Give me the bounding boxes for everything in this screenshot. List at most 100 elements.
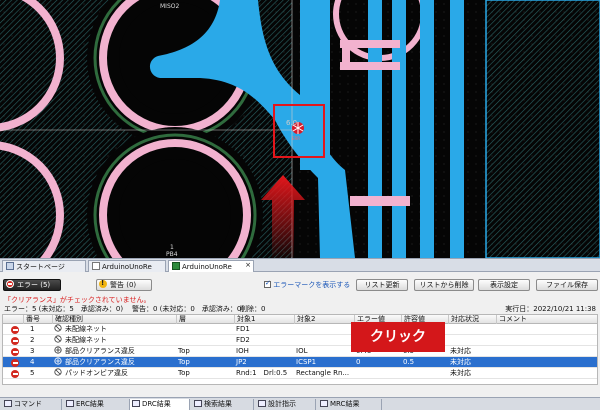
no-entry-icon — [54, 324, 62, 332]
tab-design-instructions[interactable]: 設計指示 — [256, 399, 316, 410]
cell-layer: Top — [178, 358, 190, 366]
drc-icon — [132, 400, 140, 407]
cell-number: 3 — [30, 347, 35, 355]
error-summary: エラー：5 (未対応：5 承認済み：0) — [4, 305, 124, 313]
cell-status — [448, 324, 496, 335]
checkmark-icon: ✓ — [265, 279, 271, 287]
show-markers-checkbox[interactable]: ✓ — [264, 279, 271, 288]
cell-target-2 — [294, 324, 354, 335]
pin-number-label: 1 — [170, 244, 174, 251]
show-markers-option[interactable]: ✓ エラーマークを表示する — [264, 279, 351, 290]
search-icon — [194, 400, 202, 407]
cell-check-type: 部品クリアランス違反 — [52, 346, 176, 357]
error-icon — [11, 348, 19, 356]
warning-filter-label: 警告 (0) — [110, 281, 137, 289]
cell-target-1: JP2 — [236, 358, 247, 366]
column-header-check-type[interactable]: 確認種別 — [52, 315, 176, 324]
warning-icon — [99, 278, 107, 288]
table-row-selected[interactable]: 4 部品クリアランス違反 Top JP2 ICSP1 0 0.5 未対応 — [3, 357, 597, 368]
error-icon — [11, 370, 19, 378]
cell-layer — [176, 335, 234, 346]
column-header-status[interactable]: 対応状況 — [448, 315, 496, 324]
tab-mrc-results-label: MRC結果 — [330, 400, 360, 408]
pcb-canvas[interactable]: MISO2 1 PB4 6.0 ERR — [0, 0, 600, 258]
cell-status: 未対応 — [450, 347, 471, 355]
display-settings-button[interactable]: 表示設定 — [478, 279, 530, 291]
tab-erc-results[interactable]: ERC結果 — [64, 399, 130, 410]
cell-layer: Top — [178, 369, 190, 377]
warning-summary: 警告：0 (未対応：0 承認済み：0) — [132, 305, 245, 313]
cell-number: 4 — [30, 358, 35, 366]
table-row[interactable]: 3 部品クリアランス違反 Top IOH IOL 0.45 0.5 未対応 — [3, 346, 597, 357]
column-header-layer[interactable]: 層 — [176, 315, 234, 324]
cell-number: 2 — [30, 336, 35, 344]
cell-status: 未対応 — [450, 358, 471, 366]
cell-target-2: IOL — [296, 347, 308, 355]
cell-comment — [496, 335, 597, 346]
cell-status: 未対応 — [450, 369, 471, 377]
no-entry-icon — [54, 335, 62, 343]
cell-target-2: ICSP1 — [296, 358, 317, 366]
cell-number: 5 — [30, 369, 35, 377]
column-header-target-2[interactable]: 対象2 — [294, 315, 354, 324]
deleted-summary: 削除：0 — [240, 305, 266, 313]
cell-comment — [496, 346, 597, 357]
pcb-icon — [172, 262, 180, 270]
error-filter-label: エラー (5) — [17, 281, 51, 289]
error-filter-button[interactable]: エラー (5) — [3, 279, 61, 291]
cell-number: 1 — [30, 325, 35, 333]
table-row[interactable]: 2 未配線ネット FD2 — [3, 335, 597, 346]
table-row[interactable]: 1 未配線ネット FD1 — [3, 324, 597, 335]
check-type-label: パッドオンビア違反 — [65, 369, 128, 377]
cell-comment — [496, 357, 597, 368]
check-type-label: 未配線ネット — [65, 336, 107, 344]
tab-start-page-label: スタートページ — [16, 263, 65, 271]
error-icon — [6, 280, 14, 288]
design-icon — [258, 400, 266, 407]
no-entry-icon — [54, 368, 62, 376]
check-type-label: 部品クリアランス違反 — [65, 358, 135, 366]
column-header-comment[interactable]: コメント — [496, 315, 597, 324]
results-grid: 1 未配線ネット FD1 2 未配線ネット FD2 3 部品クリアランス違反 T… — [2, 324, 598, 385]
cell-check-type: 未配線ネット — [52, 324, 176, 335]
tab-document-1-label: ArduinoUnoRe — [102, 263, 152, 271]
mrc-icon — [320, 400, 328, 407]
error-icon — [11, 326, 19, 334]
tab-document-1[interactable]: ArduinoUnoRe — [88, 260, 166, 272]
warning-filter-button[interactable]: 警告 (0) — [96, 278, 152, 291]
home-icon — [6, 262, 14, 270]
save-file-button[interactable]: ファイル保存 — [536, 279, 598, 291]
cell-check-type: パッドオンビア違反 — [52, 368, 176, 379]
clearance-icon — [54, 346, 62, 354]
click-callout-label: クリック — [351, 322, 445, 352]
cell-layer — [176, 324, 234, 335]
command-icon — [4, 400, 12, 407]
error-marker-highlight[interactable] — [273, 104, 325, 158]
tab-search-results[interactable]: 検索結果 — [192, 399, 254, 410]
tab-start-page[interactable]: スタートページ — [2, 260, 86, 272]
column-header-number[interactable]: 番号 — [23, 315, 52, 324]
cell-tolerance: 0.5 — [403, 358, 415, 366]
cell-target-1: IOH — [236, 347, 249, 355]
tab-command[interactable]: コマンド — [2, 399, 62, 410]
tab-drc-results-label: DRC結果 — [142, 400, 171, 408]
cell-target-2: Rectangle Rn... — [296, 369, 350, 377]
tab-mrc-results[interactable]: MRC結果 — [318, 399, 382, 410]
document-icon — [92, 262, 100, 270]
erc-icon — [66, 400, 74, 407]
cell-target-1: FD1 — [236, 325, 250, 333]
tab-command-label: コマンド — [14, 400, 42, 408]
cell-error-value — [354, 368, 401, 379]
tab-document-2[interactable]: ArduinoUnoRe × — [168, 260, 254, 272]
update-list-button[interactable]: リスト更新 — [356, 279, 408, 291]
cell-tolerance — [401, 368, 448, 379]
tab-close-icon[interactable]: × — [245, 261, 251, 269]
cell-target-1: Rnd:1 Drl:0.5 — [236, 369, 288, 377]
column-header-target-1[interactable]: 対象1 — [234, 315, 294, 324]
show-markers-label: エラーマークを表示する — [273, 281, 351, 289]
delete-from-list-button[interactable]: リストから削除 — [414, 279, 474, 291]
tab-design-instructions-label: 設計指示 — [268, 400, 296, 408]
error-icon — [11, 337, 19, 345]
tab-drc-results[interactable]: DRC結果 — [130, 399, 190, 410]
table-row[interactable]: 5 パッドオンビア違反 Top Rnd:1 Drl:0.5 Rectangle … — [3, 368, 597, 379]
